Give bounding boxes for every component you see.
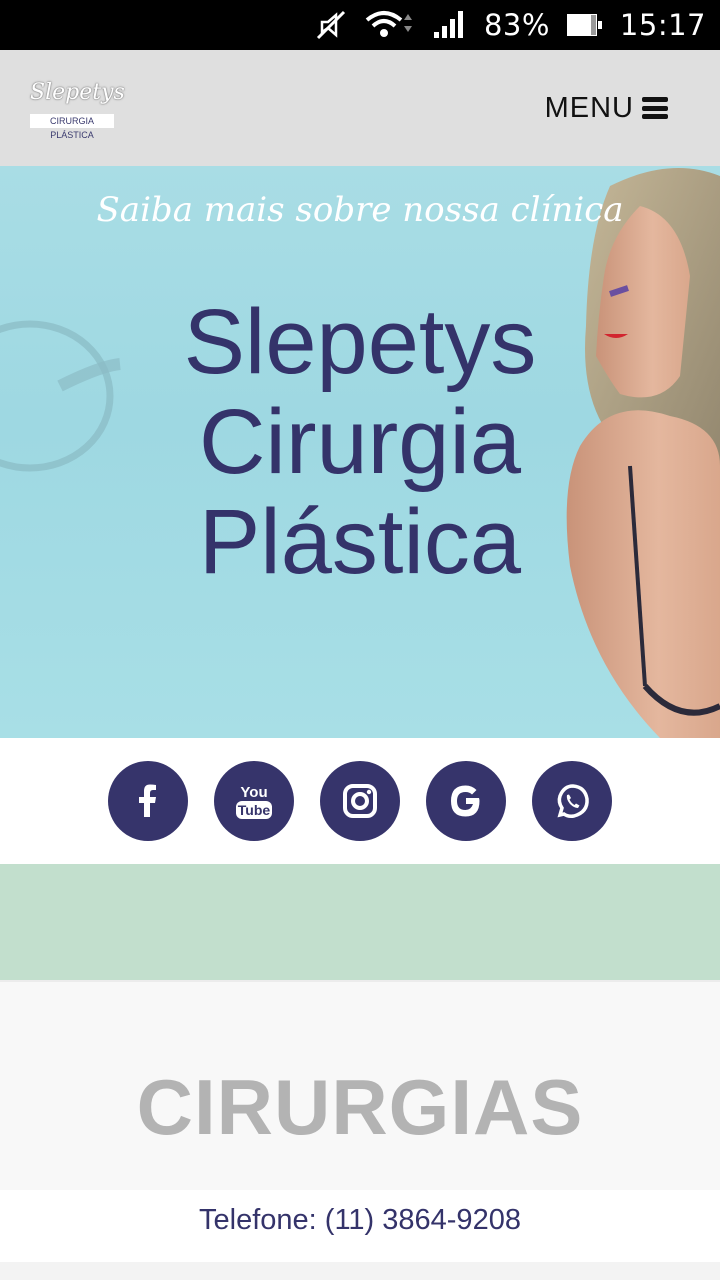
- youtube-icon: You Tube: [236, 784, 272, 819]
- battery-icon: [566, 10, 604, 40]
- surgeries-section: CIRURGIAS: [0, 980, 720, 1190]
- hero-title-line: Plástica: [198, 491, 522, 593]
- bottom-strip: [0, 1262, 720, 1280]
- phone-link[interactable]: Telefone: (11) 3864-9208: [199, 1204, 521, 1237]
- hamburger-icon: [642, 97, 668, 119]
- site-header: Slepetys CIRURGIA PLÁSTICA MENU: [0, 50, 720, 166]
- instagram-button[interactable]: [320, 761, 400, 841]
- menu-label: MENU: [544, 91, 634, 124]
- section-title: CIRURGIAS: [136, 1063, 584, 1151]
- phone-bar: Telefone: (11) 3864-9208: [0, 1190, 720, 1262]
- hero-title: Slepetys Cirurgia Plástica: [60, 292, 660, 592]
- logo-script: Slepetys: [30, 80, 125, 105]
- facebook-icon: [139, 784, 156, 817]
- hero-banner[interactable]: Saiba mais sobre nossa clínica Slepetys …: [0, 166, 720, 738]
- svg-text:You: You: [240, 784, 267, 801]
- hero-title-line: Slepetys: [183, 291, 537, 393]
- svg-text:Tube: Tube: [238, 802, 271, 818]
- instagram-icon: [343, 784, 377, 818]
- hero-tagline: Saiba mais sobre nossa clínica: [96, 190, 624, 230]
- wifi-icon: [364, 8, 416, 42]
- google-button[interactable]: [426, 761, 506, 841]
- hero-title-line: Cirurgia: [198, 391, 522, 493]
- menu-button[interactable]: MENU: [545, 88, 668, 128]
- facebook-button[interactable]: [108, 761, 188, 841]
- whatsapp-icon: [557, 784, 589, 818]
- youtube-button[interactable]: You Tube: [214, 761, 294, 841]
- logo-subtitle: CIRURGIA PLÁSTICA: [30, 114, 114, 140]
- whatsapp-button[interactable]: [532, 761, 612, 841]
- mute-icon: [314, 8, 348, 42]
- battery-percent: 83%: [483, 8, 550, 42]
- status-bar: 83% 15:17: [0, 0, 720, 50]
- mint-band: [0, 864, 720, 980]
- clock: 15:17: [619, 8, 706, 42]
- logo[interactable]: Slepetys CIRURGIA PLÁSTICA: [30, 80, 125, 140]
- signal-icon: [432, 8, 468, 42]
- social-links: You Tube: [0, 738, 720, 864]
- google-icon: [451, 785, 480, 817]
- status-icons: 83% 15:17: [314, 0, 706, 50]
